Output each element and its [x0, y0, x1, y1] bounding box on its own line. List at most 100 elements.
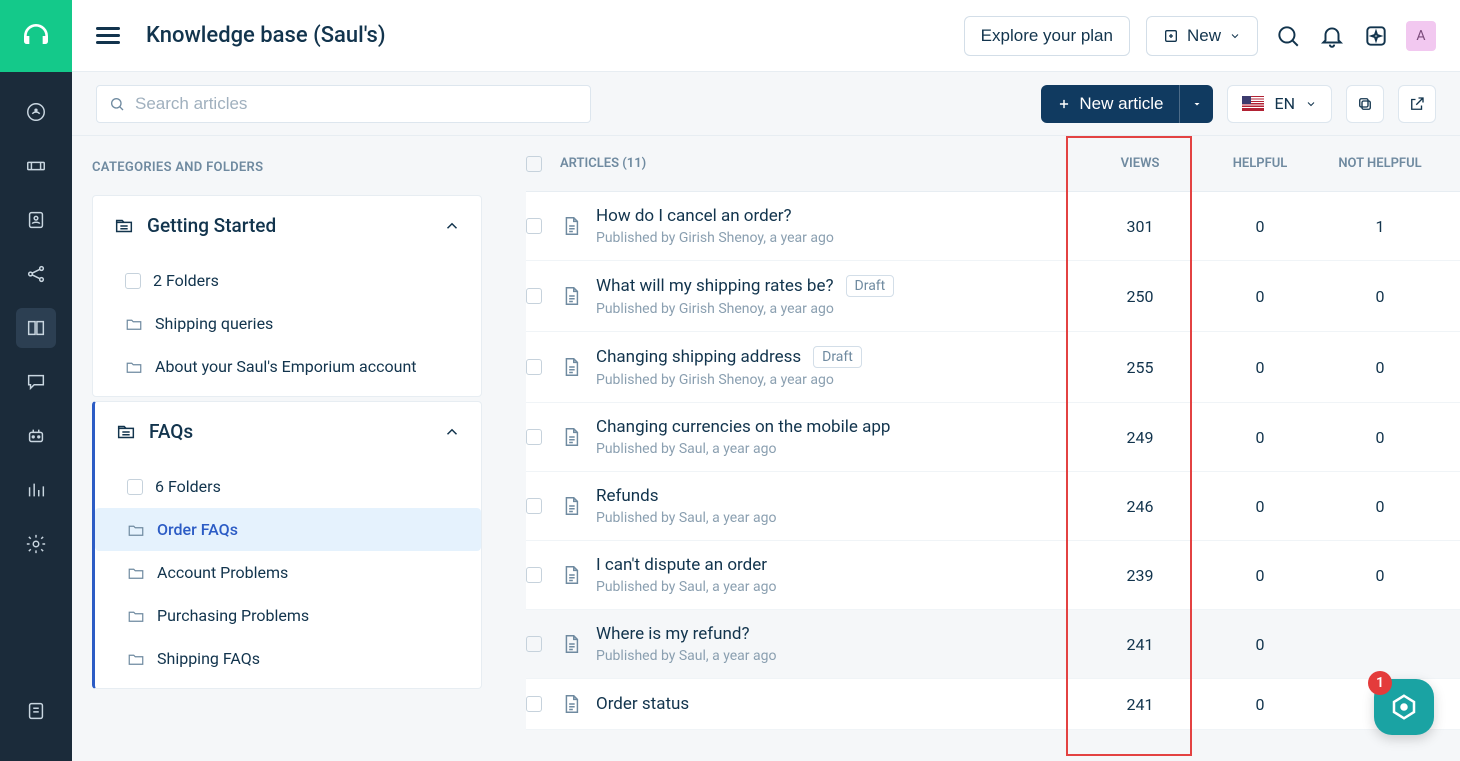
- folder-shipping-faqs[interactable]: Shipping FAQs: [95, 637, 481, 680]
- article-meta: Published by Girish Shenoy, a year ago: [596, 230, 1080, 246]
- document-icon: [560, 495, 582, 517]
- new-article-button[interactable]: New article: [1041, 85, 1179, 123]
- article-meta: Published by Girish Shenoy, a year ago: [596, 301, 1080, 317]
- articles-table: ARTICLES (11) VIEWS HELPFUL NOT HELPFUL …: [482, 136, 1460, 761]
- helpful-value: 0: [1200, 635, 1320, 654]
- folder-purchasing-problems[interactable]: Purchasing Problems: [95, 594, 481, 637]
- article-meta: Published by Saul, a year ago: [596, 441, 1080, 457]
- folder-icon: [127, 650, 145, 668]
- caret-down-icon: [1191, 98, 1203, 110]
- nav-bot-icon[interactable]: [16, 416, 56, 456]
- row-checkbox[interactable]: [526, 567, 542, 583]
- article-title: Changing shipping address: [596, 347, 801, 367]
- nav-knowledge-icon[interactable]: [16, 308, 56, 348]
- helpful-value: 0: [1200, 358, 1320, 377]
- nav-notes-icon[interactable]: [16, 691, 56, 731]
- folder-order-faqs[interactable]: Order FAQs: [95, 508, 481, 551]
- flag-us-icon: [1242, 96, 1264, 111]
- folder-count-row[interactable]: 6 Folders: [95, 465, 481, 508]
- nothelpful-value: 0: [1320, 428, 1460, 447]
- sparkle-icon[interactable]: [1362, 22, 1390, 50]
- category-toggle[interactable]: Getting Started: [93, 196, 481, 255]
- nothelpful-value: 0: [1320, 497, 1460, 516]
- category-getting-started: Getting Started 2 Folders Shipping queri…: [92, 195, 482, 397]
- nav-reports-icon[interactable]: [16, 470, 56, 510]
- table-row[interactable]: Order status24100: [526, 679, 1460, 730]
- table-row[interactable]: Where is my refund? Published by Saul, a …: [526, 610, 1460, 679]
- row-checkbox[interactable]: [526, 696, 542, 712]
- categories-sidebar: CATEGORIES AND FOLDERS Getting Started 2…: [72, 136, 482, 761]
- category-title: Getting Started: [147, 214, 431, 237]
- helpful-value: 0: [1200, 217, 1320, 236]
- menu-toggle-icon[interactable]: [96, 23, 120, 48]
- category-icon: [115, 421, 137, 443]
- plus-icon: [1057, 97, 1071, 111]
- draft-badge: Draft: [813, 346, 862, 368]
- document-icon: [560, 356, 582, 378]
- category-toggle[interactable]: FAQs: [95, 402, 481, 461]
- helpful-value: 0: [1200, 287, 1320, 306]
- new-article-dropdown[interactable]: [1179, 85, 1213, 123]
- row-checkbox[interactable]: [526, 218, 542, 234]
- folder-shipping-queries[interactable]: Shipping queries: [93, 302, 481, 345]
- table-row[interactable]: What will my shipping rates be?DraftPubl…: [526, 261, 1460, 332]
- table-row[interactable]: RefundsPublished by Saul, a year ago2460…: [526, 472, 1460, 541]
- avatar[interactable]: A: [1406, 21, 1436, 51]
- row-checkbox[interactable]: [526, 498, 542, 514]
- views-value: 241: [1080, 695, 1200, 714]
- row-checkbox[interactable]: [526, 288, 542, 304]
- nav-settings-icon[interactable]: [16, 524, 56, 564]
- copy-button[interactable]: [1346, 85, 1384, 123]
- document-icon: [560, 426, 582, 448]
- language-selector[interactable]: EN: [1227, 85, 1332, 123]
- folder-account-problems[interactable]: Account Problems: [95, 551, 481, 594]
- views-value: 241: [1080, 635, 1200, 654]
- page-title: Knowledge base (Saul's): [146, 23, 386, 48]
- chevron-up-icon: [443, 423, 461, 441]
- col-header-articles: ARTICLES (11): [560, 156, 1080, 171]
- bell-icon[interactable]: [1318, 22, 1346, 50]
- table-row[interactable]: How do I cancel an order? Published by Gi…: [526, 192, 1460, 261]
- search-icon[interactable]: [1274, 22, 1302, 50]
- folder-count-row[interactable]: 2 Folders: [93, 259, 481, 302]
- category-faqs: FAQs 6 Folders Order FAQs: [92, 401, 482, 689]
- col-header-views: VIEWS: [1080, 156, 1200, 171]
- folder-icon: [127, 607, 145, 625]
- select-all-checkbox[interactable]: [526, 156, 542, 172]
- explore-plan-button[interactable]: Explore your plan: [964, 16, 1130, 56]
- folder-label: Shipping queries: [155, 314, 273, 333]
- table-row[interactable]: I can't dispute an orderPublished by Sau…: [526, 541, 1460, 610]
- document-icon: [560, 564, 582, 586]
- row-checkbox[interactable]: [526, 636, 542, 652]
- new-button[interactable]: New: [1146, 16, 1258, 56]
- search-box[interactable]: [96, 85, 591, 123]
- nav-chat-icon[interactable]: [16, 362, 56, 402]
- nothelpful-value: 1: [1320, 217, 1460, 236]
- nav-contacts-icon[interactable]: [16, 200, 56, 240]
- help-fab[interactable]: 1: [1374, 679, 1434, 735]
- logo[interactable]: [0, 0, 72, 72]
- checkbox[interactable]: [125, 273, 141, 289]
- nav-social-icon[interactable]: [16, 254, 56, 294]
- row-checkbox[interactable]: [526, 359, 542, 375]
- nav-tickets-icon[interactable]: [16, 146, 56, 186]
- checkbox[interactable]: [127, 479, 143, 495]
- folder-about-account[interactable]: About your Saul's Emporium account: [93, 345, 481, 388]
- search-input[interactable]: [135, 94, 578, 114]
- article-title: How do I cancel an order?: [596, 206, 792, 226]
- article-meta: Published by Saul, a year ago: [596, 648, 1080, 664]
- nav-dashboard-icon[interactable]: [16, 92, 56, 132]
- table-row[interactable]: Changing currencies on the mobile appPub…: [526, 403, 1460, 472]
- folder-label: Account Problems: [157, 563, 288, 582]
- col-header-helpful: HELPFUL: [1200, 156, 1320, 171]
- article-title: Where is my refund?: [596, 624, 750, 644]
- open-external-button[interactable]: [1398, 85, 1436, 123]
- views-value: 255: [1080, 358, 1200, 377]
- chevron-up-icon: [443, 217, 461, 235]
- folder-icon: [127, 564, 145, 582]
- table-row[interactable]: Changing shipping addressDraftPublished …: [526, 332, 1460, 403]
- folder-count-label: 2 Folders: [153, 271, 219, 290]
- language-label: EN: [1274, 94, 1295, 113]
- row-checkbox[interactable]: [526, 429, 542, 445]
- topbar: Knowledge base (Saul's) Explore your pla…: [72, 0, 1460, 72]
